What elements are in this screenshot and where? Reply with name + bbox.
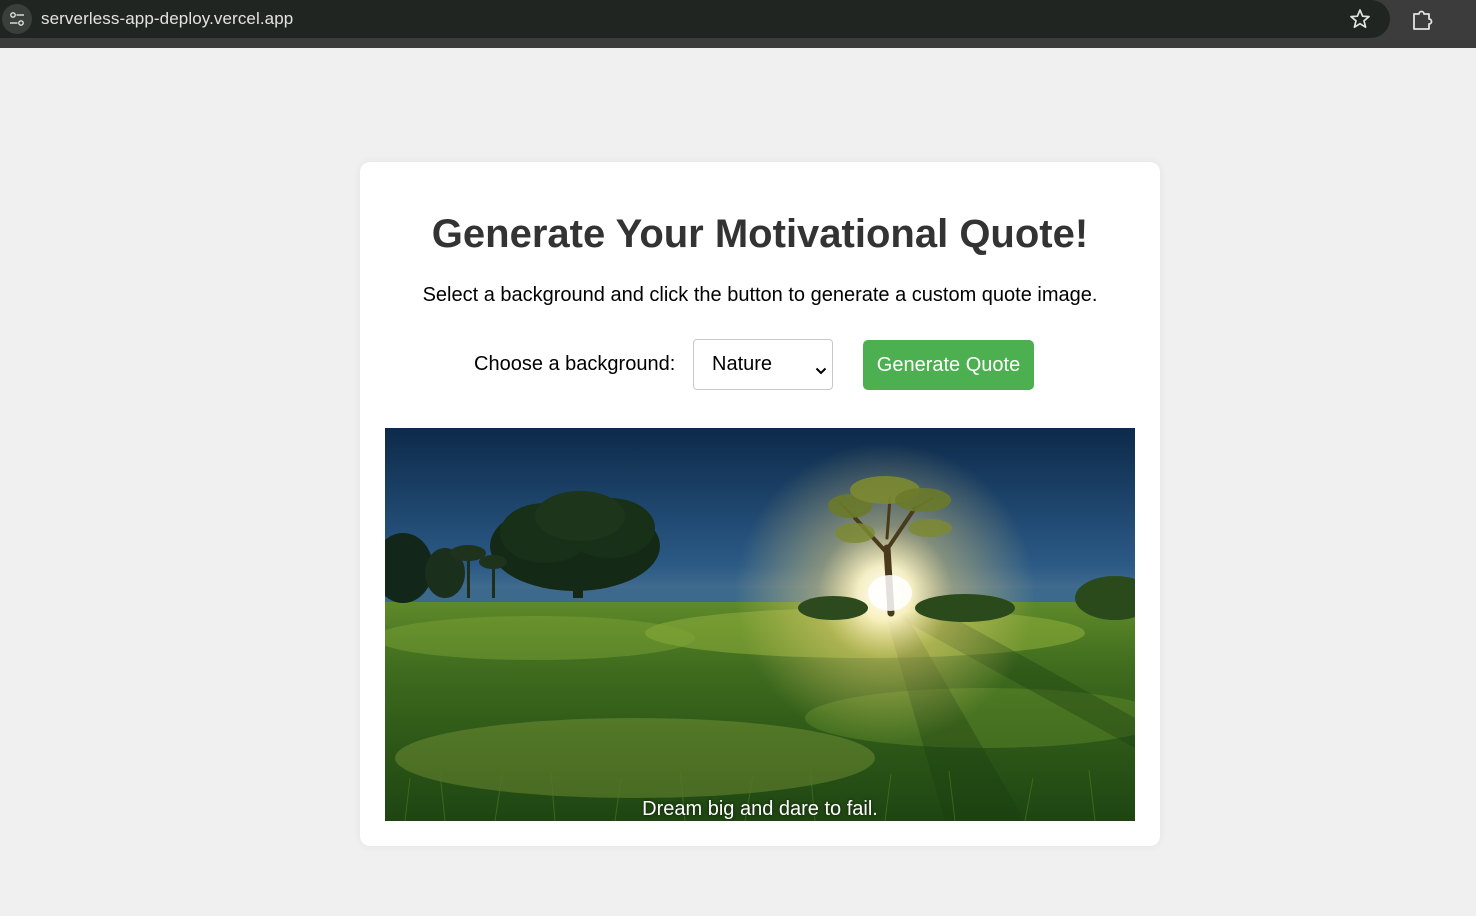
chevron-down-icon xyxy=(815,359,827,382)
background-select[interactable]: Nature xyxy=(693,339,833,390)
tune-icon[interactable] xyxy=(2,4,32,34)
generate-quote-button[interactable]: Generate Quote xyxy=(863,340,1034,390)
browser-toolbar: serverless-app-deploy.vercel.app xyxy=(0,0,1476,48)
quote-text: Dream big and dare to fail. xyxy=(642,798,878,820)
page-title: Generate Your Motivational Quote! xyxy=(431,212,1089,256)
star-icon[interactable] xyxy=(1348,7,1372,31)
puzzle-icon[interactable] xyxy=(1410,6,1436,32)
background-select-value: Nature xyxy=(712,353,773,375)
quote-image xyxy=(385,428,1135,821)
page-subtitle: Select a background and click the button… xyxy=(422,284,1098,306)
url-text[interactable]: serverless-app-deploy.vercel.app xyxy=(41,9,293,29)
address-bar[interactable]: serverless-app-deploy.vercel.app xyxy=(0,0,1390,38)
background-label: Choose a background: xyxy=(474,353,676,375)
